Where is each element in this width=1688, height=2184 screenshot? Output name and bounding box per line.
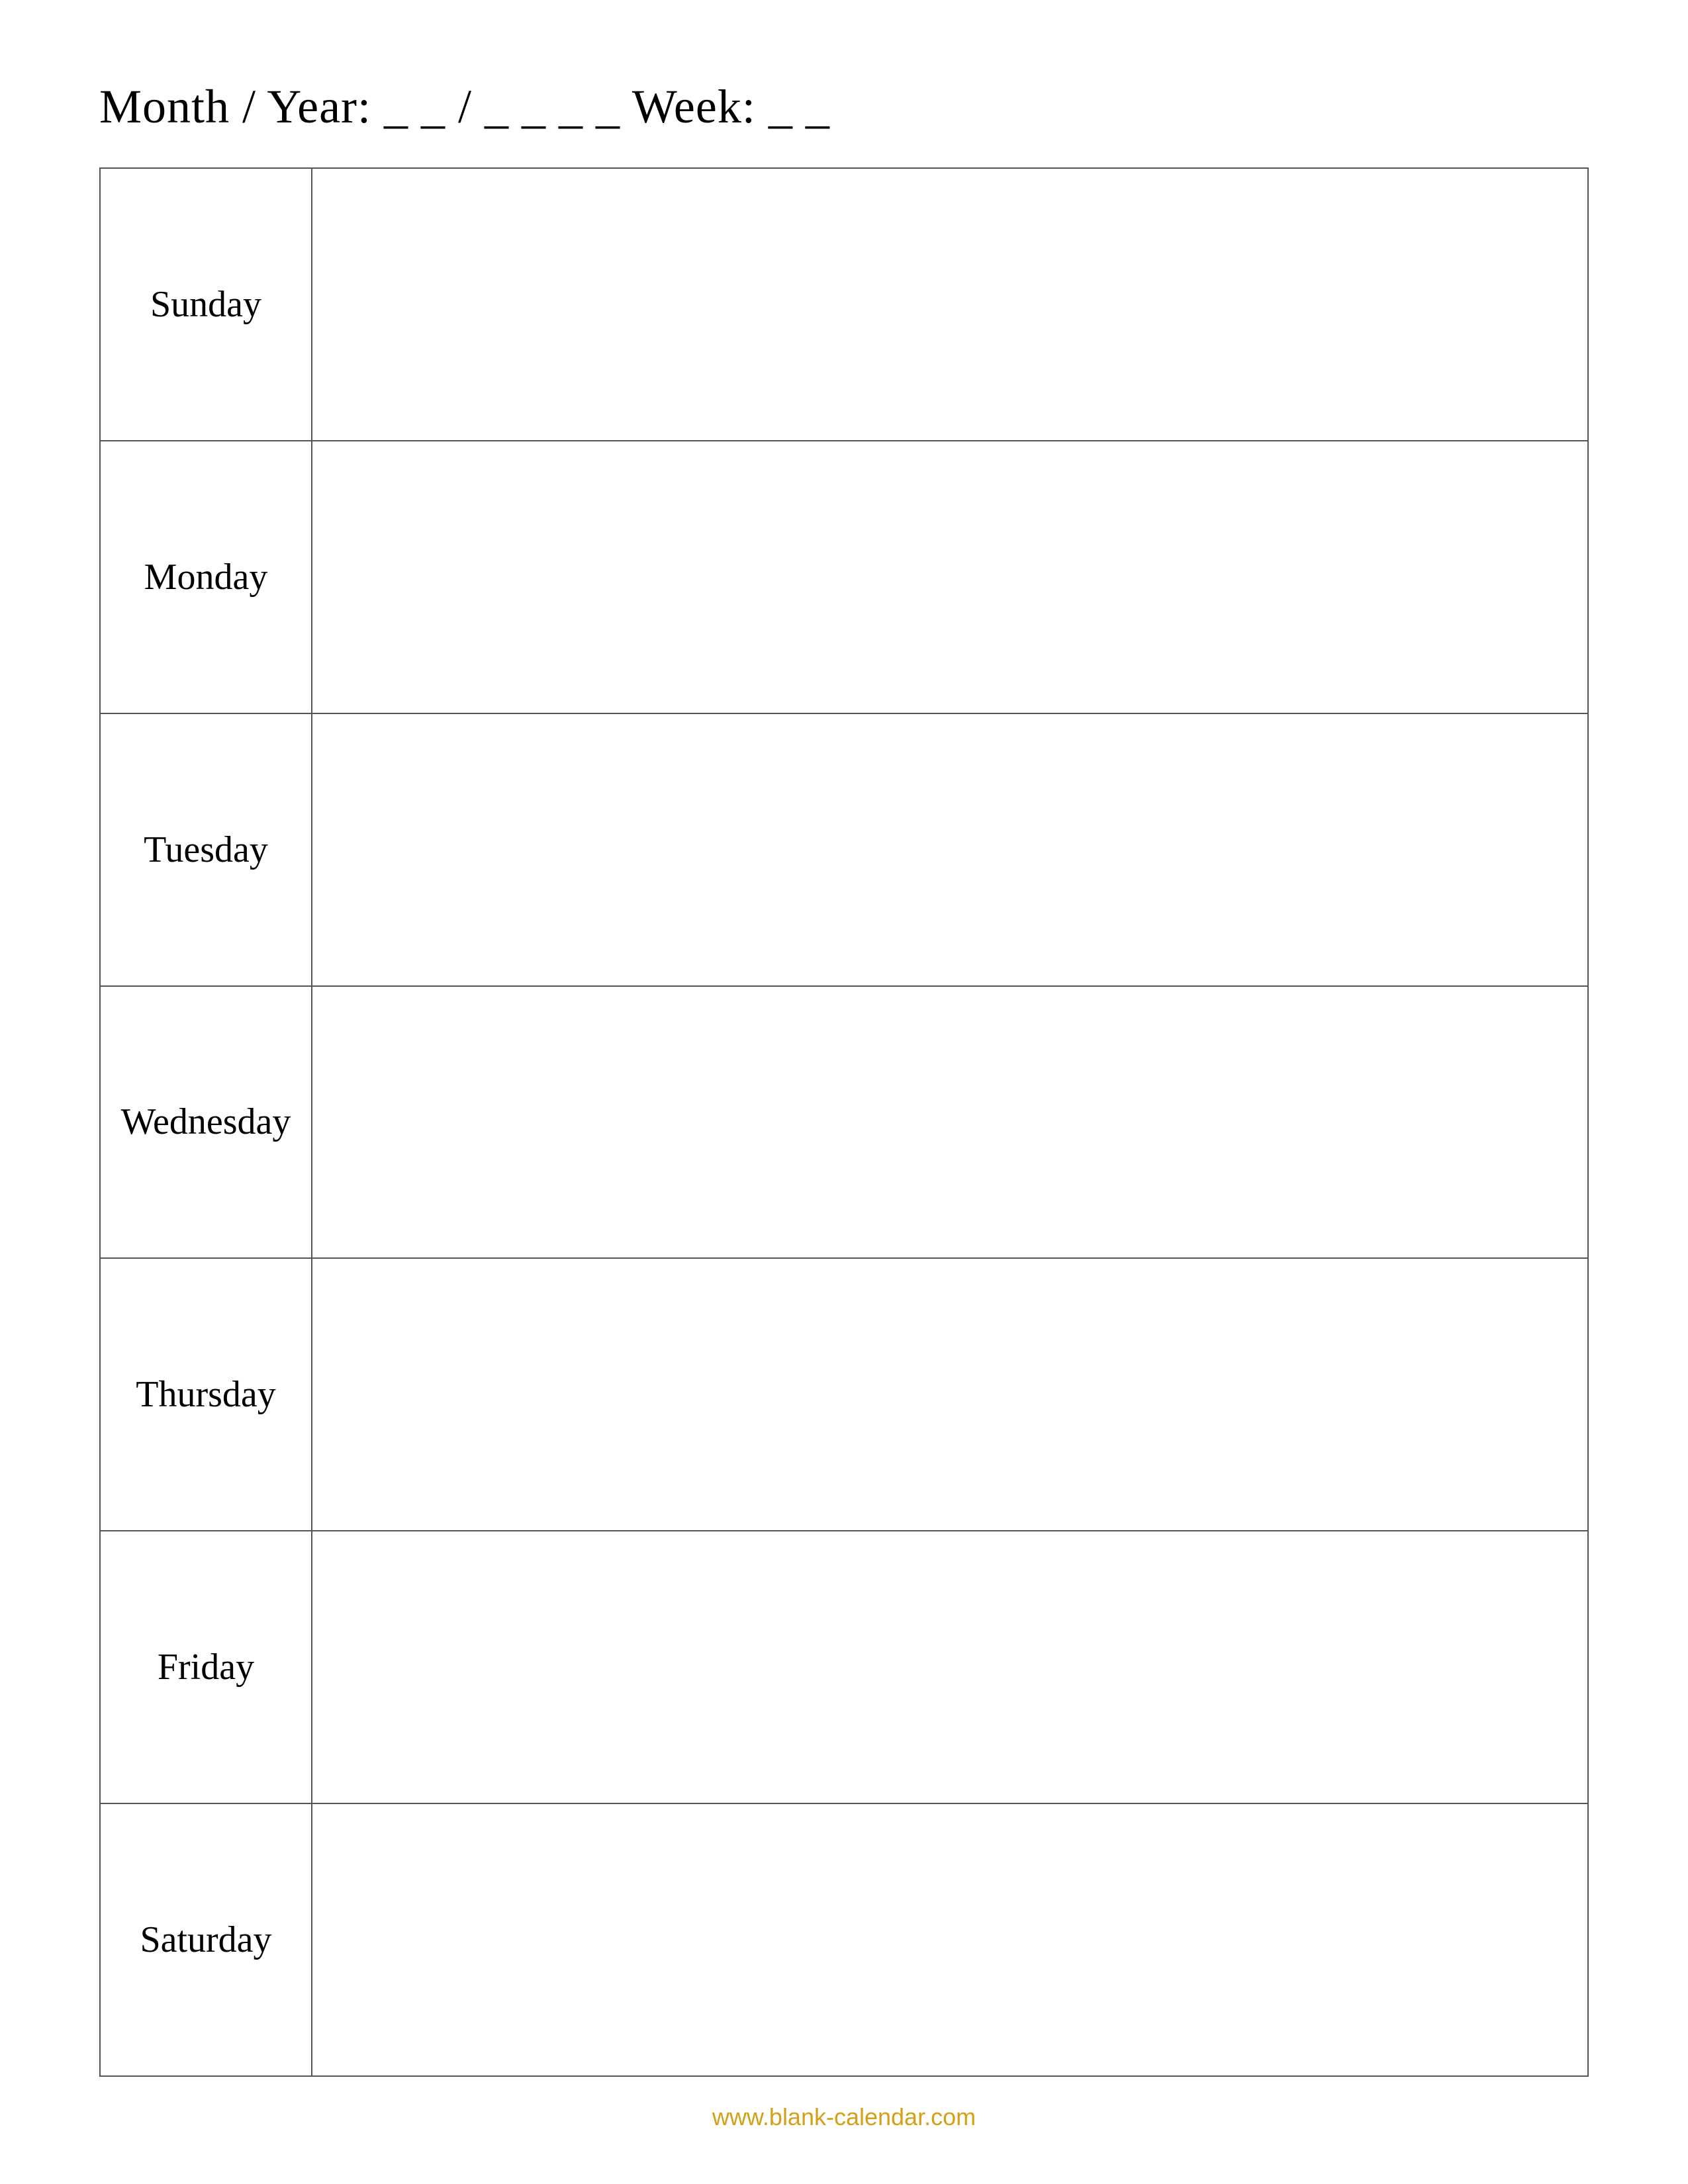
day-label-cell: Sunday — [100, 168, 312, 441]
calendar-row: Monday — [100, 441, 1588, 713]
day-content-cell[interactable] — [312, 1803, 1588, 2076]
page-header: Month / Year: _ _ / _ _ _ _ Week: _ _ — [99, 79, 1589, 134]
calendar-row: Thursday — [100, 1258, 1588, 1531]
day-content-cell[interactable] — [312, 986, 1588, 1259]
day-label-cell: Friday — [100, 1531, 312, 1803]
day-content-cell[interactable] — [312, 1531, 1588, 1803]
day-label-cell: Thursday — [100, 1258, 312, 1531]
calendar-table: SundayMondayTuesdayWednesdayThursdayFrid… — [99, 167, 1589, 2077]
calendar-row: Friday — [100, 1531, 1588, 1803]
day-label-cell: Monday — [100, 441, 312, 713]
calendar-row: Saturday — [100, 1803, 1588, 2076]
footer-link[interactable]: www.blank-calendar.com — [712, 2103, 976, 2130]
calendar-row: Wednesday — [100, 986, 1588, 1259]
day-label-cell: Wednesday — [100, 986, 312, 1259]
day-content-cell[interactable] — [312, 168, 1588, 441]
day-content-cell[interactable] — [312, 441, 1588, 713]
day-label-cell: Saturday — [100, 1803, 312, 2076]
day-content-cell[interactable] — [312, 1258, 1588, 1531]
footer[interactable]: www.blank-calendar.com — [99, 2103, 1589, 2131]
day-label-cell: Tuesday — [100, 713, 312, 986]
calendar-row: Sunday — [100, 168, 1588, 441]
header-text: Month / Year: _ _ / _ _ _ _ Week: _ _ — [99, 80, 830, 133]
day-content-cell[interactable] — [312, 713, 1588, 986]
calendar-row: Tuesday — [100, 713, 1588, 986]
page-content: Month / Year: _ _ / _ _ _ _ Week: _ _ Su… — [99, 79, 1589, 2131]
